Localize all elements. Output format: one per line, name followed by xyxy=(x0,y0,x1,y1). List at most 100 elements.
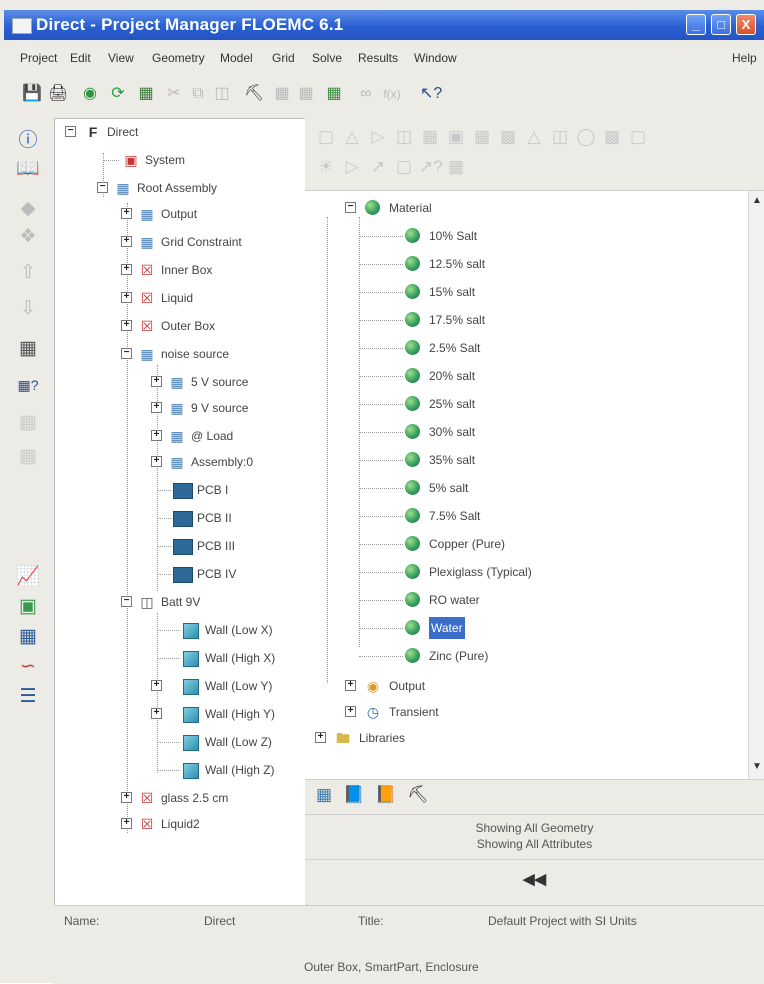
assembly-tree-icon[interactable]: ▦ xyxy=(313,784,335,806)
output-icon: ◉ xyxy=(366,678,380,694)
cuboid-icon[interactable]: ▢ xyxy=(315,126,337,148)
expand-toggle[interactable]: + xyxy=(151,456,162,467)
cable-icon[interactable]: ▩ xyxy=(601,126,623,148)
expand-toggle[interactable]: + xyxy=(121,320,132,331)
expand-toggle[interactable]: + xyxy=(151,402,162,413)
expand-toggle[interactable]: + xyxy=(151,376,162,387)
binoculars-icon[interactable]: ⛏ xyxy=(244,84,264,104)
menu-project[interactable]: Project xyxy=(20,51,57,65)
expand-toggle[interactable]: + xyxy=(121,264,132,275)
table-icon[interactable]: ▦ xyxy=(16,625,40,649)
book-icon[interactable]: 📘 xyxy=(343,784,365,806)
menu-view[interactable]: View xyxy=(108,51,134,65)
assembly-icon: ▦ xyxy=(170,374,184,390)
aperture-icon[interactable]: ▢ xyxy=(627,126,649,148)
copy-icon[interactable]: ⧉ xyxy=(188,84,208,104)
tools-icon[interactable]: ☰ xyxy=(16,685,40,709)
diamond-x-icon[interactable]: ❖ xyxy=(16,225,40,249)
grid-icon[interactable]: ▦ xyxy=(16,337,40,361)
collapse-toggle[interactable]: − xyxy=(121,596,132,607)
monitor-icon[interactable]: ▢ xyxy=(393,156,415,178)
menu-results[interactable]: Results xyxy=(358,51,398,65)
cylinder-icon[interactable]: ◯ xyxy=(575,126,597,148)
expand-toggle[interactable]: + xyxy=(315,732,326,743)
expand-toggle[interactable]: + xyxy=(121,792,132,803)
assembly-icon[interactable]: ▦ xyxy=(136,84,156,104)
grid-icon[interactable]: ▦ xyxy=(419,126,441,148)
collapse-toggle[interactable]: − xyxy=(121,348,132,359)
query-icon[interactable]: ↗? xyxy=(419,156,443,178)
chart-icon[interactable]: 📈 xyxy=(16,565,40,589)
enclosure-icon[interactable]: ◫ xyxy=(549,126,571,148)
attribute-tree: − Material 10% Salt 12.5% salt 15% salt xyxy=(305,190,764,780)
sloping-block-icon[interactable]: ◫ xyxy=(393,126,415,148)
curve-icon[interactable]: ∽ xyxy=(16,655,40,679)
line-icon[interactable]: ↗ xyxy=(367,156,389,178)
book-open-icon[interactable]: 📙 xyxy=(375,784,397,806)
pcb-icon[interactable]: ▦ xyxy=(471,126,493,148)
expand-toggle[interactable]: + xyxy=(345,706,356,717)
expand-toggle[interactable]: + xyxy=(121,208,132,219)
collapse-toggle[interactable]: − xyxy=(65,126,76,137)
vertical-scrollbar[interactable]: ▲ ▼ xyxy=(748,191,764,779)
expand-toggle[interactable]: + xyxy=(151,708,162,719)
scroll-down-icon[interactable]: ▼ xyxy=(752,761,762,772)
save-icon[interactable]: 💾 xyxy=(22,84,42,104)
minimize-button[interactable]: _ xyxy=(686,14,706,35)
smartpart-icon: ☒ xyxy=(140,318,154,334)
expand-toggle[interactable]: + xyxy=(345,680,356,691)
grid-help-icon[interactable]: ▦? xyxy=(16,373,40,397)
chip-icon[interactable]: ▩ xyxy=(497,126,519,148)
material-icon xyxy=(405,648,420,663)
up-arrow-icon[interactable]: ⇧ xyxy=(16,261,40,285)
source-icon[interactable]: ☀ xyxy=(315,156,337,178)
app-icon xyxy=(12,18,32,34)
menu-grid[interactable]: Grid xyxy=(272,51,295,65)
down-arrow-icon[interactable]: ⇩ xyxy=(16,297,40,321)
info-icon[interactable]: ⓘ xyxy=(16,129,40,153)
collapse-toggle[interactable]: − xyxy=(345,202,356,213)
probe-icon[interactable]: ▷ xyxy=(341,156,363,178)
color-map-icon[interactable]: ▣ xyxy=(16,595,40,619)
cut-icon[interactable]: ✂ xyxy=(164,84,184,104)
library-icon[interactable]: ▦ xyxy=(445,156,467,178)
book-icon[interactable]: 📖 xyxy=(16,157,40,181)
plate-icon[interactable]: △ xyxy=(523,126,545,148)
diamond-icon[interactable]: ◆ xyxy=(16,197,40,221)
binoculars-icon[interactable]: ⛏ xyxy=(407,784,429,806)
expand-toggle[interactable]: + xyxy=(151,680,162,691)
close-button[interactable]: X xyxy=(736,14,756,35)
paste-icon[interactable]: ◫ xyxy=(212,84,232,104)
menu-help[interactable]: Help xyxy=(732,51,757,65)
grid2-icon[interactable]: ▦ xyxy=(296,84,316,104)
help-pointer-icon[interactable]: ↖? xyxy=(420,84,442,104)
menu-geometry[interactable]: Geometry xyxy=(152,51,205,65)
menu-solve[interactable]: Solve xyxy=(312,51,342,65)
expand-toggle[interactable]: + xyxy=(151,430,162,441)
expand-toggle[interactable]: + xyxy=(121,292,132,303)
menu-model[interactable]: Model xyxy=(220,51,253,65)
scroll-up-icon[interactable]: ▲ xyxy=(752,195,762,206)
maximize-button[interactable]: □ xyxy=(711,14,731,35)
collapse-toggle[interactable]: − xyxy=(97,182,108,193)
grid-disabled-2-icon[interactable]: ▦ xyxy=(16,445,40,469)
grid-icon[interactable]: ▦ xyxy=(272,84,292,104)
menu-edit[interactable]: Edit xyxy=(70,51,91,65)
green-arrow-icon[interactable]: ⟳ xyxy=(108,84,128,104)
grid-check-icon[interactable]: ▦ xyxy=(324,84,344,104)
smartpart-icon: ☒ xyxy=(140,290,154,306)
menu-window[interactable]: Window xyxy=(414,51,457,65)
expand-toggle[interactable]: + xyxy=(121,818,132,829)
prism-icon[interactable]: △ xyxy=(341,126,363,148)
expand-toggle[interactable]: + xyxy=(121,236,132,247)
grid-disabled-icon[interactable]: ▦ xyxy=(16,411,40,435)
print-icon[interactable]: 🖨 xyxy=(48,84,68,104)
project-tree-pane: − F Direct ▣ System − ▦ Root Assembly + … xyxy=(54,118,307,906)
collapse-panel-button[interactable]: ◀◀ xyxy=(305,860,764,900)
smartpart-icon: ☒ xyxy=(140,790,154,806)
wedge-icon[interactable]: ▷ xyxy=(367,126,389,148)
fx-icon[interactable]: f(x) xyxy=(382,84,402,104)
green-circle-icon[interactable]: ◉ xyxy=(80,84,100,104)
glasses-icon[interactable]: ∞ xyxy=(356,84,376,104)
box-icon[interactable]: ▣ xyxy=(445,126,467,148)
